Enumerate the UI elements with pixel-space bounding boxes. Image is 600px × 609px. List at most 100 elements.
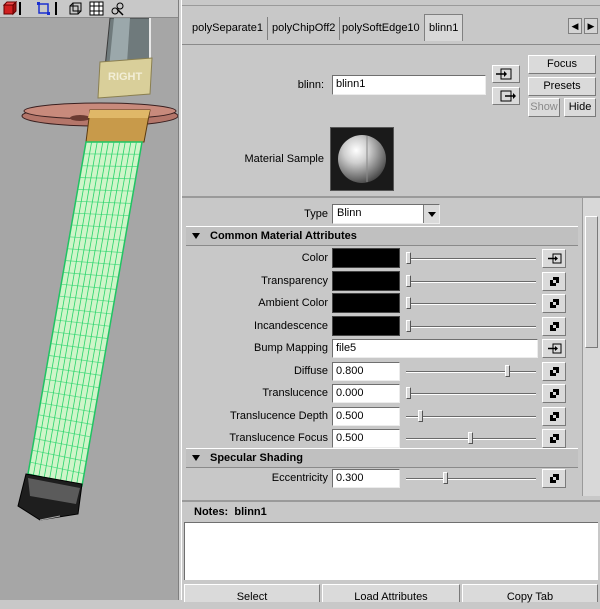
select-box-icon[interactable]: [36, 1, 51, 16]
diffuse-slider-handle[interactable]: [505, 365, 510, 377]
checker-icon: [550, 299, 559, 308]
notes-label: Notes:: [194, 506, 228, 518]
sword-grip[interactable]: [28, 142, 142, 486]
red-cube-icon[interactable]: [2, 1, 17, 16]
transparency-slider-track[interactable]: [406, 281, 536, 283]
diffuse-slider-track[interactable]: [406, 371, 536, 373]
tab-bar: polySeparate1 polyChipOff2 polySoftEdge1…: [182, 0, 600, 44]
incandescence-slider-track[interactable]: [406, 326, 536, 328]
tab-polychipoff2[interactable]: polyChipOff2: [268, 17, 340, 40]
diffuse-field[interactable]: 0.800: [332, 362, 400, 381]
focus-button[interactable]: Focus: [528, 55, 596, 74]
notes-node-name: blinn1: [234, 506, 266, 518]
type-label: Type: [304, 208, 328, 220]
transparency-swatch[interactable]: [332, 271, 400, 291]
collapse-triangle-icon[interactable]: [192, 233, 200, 239]
translucence-depth-map-button[interactable]: [542, 407, 566, 426]
tab-polyseparate1[interactable]: polySeparate1: [188, 17, 268, 40]
translucence-focus-label: Translucence Focus: [229, 432, 328, 444]
select-button[interactable]: Select: [184, 584, 320, 602]
transparency-map-button[interactable]: [542, 272, 566, 291]
eccentricity-slider-track[interactable]: [406, 478, 536, 480]
select-input-node-button[interactable]: [492, 65, 520, 83]
viewport-toolbar: [0, 0, 178, 18]
color-slider-handle[interactable]: [406, 252, 411, 264]
view-cube[interactable]: RIGHT: [98, 58, 152, 98]
ambient-color-label: Ambient Color: [258, 297, 328, 309]
diffuse-label: Diffuse: [294, 365, 328, 377]
incandescence-slider-handle[interactable]: [406, 320, 411, 332]
translucence-slider-track[interactable]: [406, 393, 536, 395]
color-slider-track[interactable]: [406, 258, 536, 260]
translucence-label: Translucence: [262, 387, 328, 399]
color-swatch[interactable]: [332, 248, 400, 268]
tab-blinn1[interactable]: blinn1: [424, 14, 463, 41]
translucence-field[interactable]: 0.000: [332, 384, 400, 403]
translucence-depth-slider-track[interactable]: [406, 416, 536, 418]
material-sample-swatch[interactable]: [330, 127, 394, 191]
bump-mapping-row: Bump Mapping file5: [182, 338, 582, 360]
select-output-node-button[interactable]: [492, 87, 520, 105]
bottom-button-bar: Select Load Attributes Copy Tab: [182, 582, 600, 600]
color-label: Color: [302, 252, 328, 264]
3d-viewport-canvas[interactable]: RIGHT: [0, 18, 178, 600]
translucence-depth-label: Translucence Depth: [230, 410, 328, 422]
tab-scroll-left-icon[interactable]: ◀: [568, 18, 582, 34]
incandescence-row: Incandescence: [182, 316, 582, 338]
bump-mapping-label: Bump Mapping: [254, 342, 328, 354]
node-name-field[interactable]: blinn1: [332, 75, 486, 95]
checker-icon: [550, 389, 559, 398]
diffuse-map-button[interactable]: [542, 362, 566, 381]
map-input-icon: [547, 252, 563, 266]
bump-mapping-map-button[interactable]: [542, 339, 566, 358]
ambient-color-swatch[interactable]: [332, 293, 400, 313]
chevron-down-icon[interactable]: [423, 205, 439, 223]
color-map-button[interactable]: [542, 249, 566, 268]
scrollbar-thumb[interactable]: [585, 216, 598, 348]
tab-scroll-right-icon[interactable]: ▶: [584, 18, 598, 34]
translucence-depth-slider-handle[interactable]: [418, 410, 423, 422]
attribute-scrollbar[interactable]: [582, 198, 600, 496]
translucence-focus-map-button[interactable]: [542, 429, 566, 448]
ambient-color-slider-track[interactable]: [406, 303, 536, 305]
hide-button[interactable]: Hide: [564, 98, 596, 117]
transparency-row: Transparency: [182, 271, 582, 293]
copy-tab-button[interactable]: Copy Tab: [462, 584, 598, 602]
viewport-panel[interactable]: RIGHT: [0, 0, 178, 600]
show-button[interactable]: Show: [528, 98, 560, 117]
attribute-scroll-area[interactable]: Type Blinn Common Material Attributes Co…: [182, 196, 600, 496]
view-cube-label: RIGHT: [108, 71, 143, 83]
checker-icon: [550, 474, 559, 483]
translucence-map-button[interactable]: [542, 384, 566, 403]
incandescence-map-button[interactable]: [542, 317, 566, 336]
ambient-color-slider-handle[interactable]: [406, 297, 411, 309]
transparency-slider-handle[interactable]: [406, 275, 411, 287]
type-value: Blinn: [337, 207, 361, 219]
eccentricity-field[interactable]: 0.300: [332, 469, 400, 488]
bump-mapping-field[interactable]: file5: [332, 339, 538, 358]
ambient-color-map-button[interactable]: [542, 294, 566, 313]
translucence-depth-field[interactable]: 0.500: [332, 407, 400, 426]
color-row: Color: [182, 248, 582, 270]
transparency-label: Transparency: [261, 275, 328, 287]
node-name-label: blinn:: [262, 79, 324, 91]
type-dropdown[interactable]: Blinn: [332, 204, 440, 224]
incandescence-swatch[interactable]: [332, 316, 400, 336]
section-common-material-attributes[interactable]: Common Material Attributes: [186, 226, 578, 246]
tab-polysoftedge10[interactable]: polySoftEdge10: [338, 17, 425, 40]
output-node-icon: [493, 88, 519, 104]
grid-icon[interactable]: [89, 1, 104, 16]
input-node-icon: [493, 66, 519, 82]
collapse-triangle-icon[interactable]: [192, 455, 200, 461]
section-specular-shading[interactable]: Specular Shading: [186, 448, 578, 468]
eccentricity-slider-handle[interactable]: [443, 472, 448, 484]
translucence-focus-slider-handle[interactable]: [468, 432, 473, 444]
translucence-slider-handle[interactable]: [406, 387, 411, 399]
render-icon[interactable]: [110, 1, 125, 16]
translucence-focus-field[interactable]: 0.500: [332, 429, 400, 448]
wire-cube-icon[interactable]: [68, 1, 83, 16]
notes-textarea[interactable]: [184, 522, 598, 580]
eccentricity-map-button[interactable]: [542, 469, 566, 488]
load-attributes-button[interactable]: Load Attributes: [322, 584, 460, 602]
presets-button[interactable]: Presets: [528, 77, 596, 96]
